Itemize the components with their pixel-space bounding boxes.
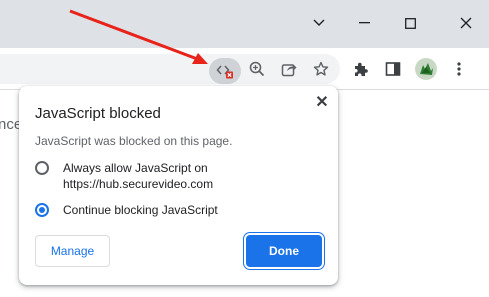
radio-continue-blocking[interactable] [35, 203, 49, 217]
popup-description: JavaScript was blocked on this page. [35, 134, 233, 148]
done-button[interactable]: Done [246, 235, 322, 267]
radio-always-allow[interactable] [35, 161, 49, 175]
option-label: Continue blocking JavaScript [63, 203, 218, 217]
option-always-allow[interactable]: Always allow JavaScript on https://hub.s… [35, 160, 283, 192]
close-icon[interactable]: ✕ [311, 91, 333, 113]
option-continue-blocking[interactable]: Continue blocking JavaScript [35, 202, 283, 218]
manage-button[interactable]: Manage [35, 235, 110, 267]
option-label: Always allow JavaScript on https://hub.s… [63, 161, 214, 191]
popup-title: JavaScript blocked [35, 105, 161, 122]
javascript-blocked-popup: JavaScript blocked ✕ JavaScript was bloc… [19, 86, 338, 285]
